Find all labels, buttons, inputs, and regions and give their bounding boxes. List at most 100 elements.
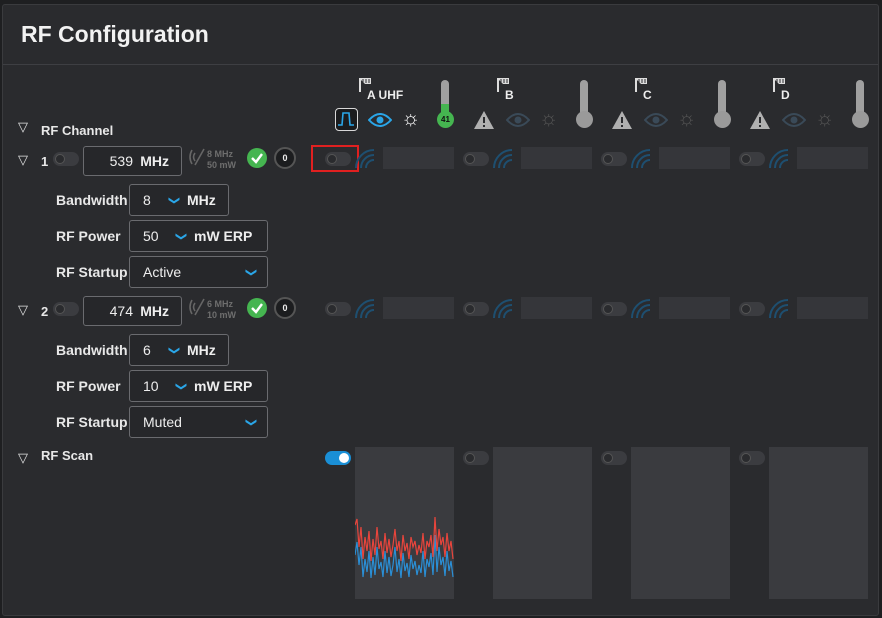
temperature-bulb bbox=[852, 111, 869, 128]
brightness-icon[interactable]: ☼ bbox=[677, 107, 696, 131]
bandwidth-value: 8 bbox=[143, 192, 151, 208]
brightness-icon[interactable]: ☼ bbox=[401, 107, 420, 131]
channel-1-collapse-icon[interactable]: ▽ bbox=[18, 152, 28, 168]
channel-2-power-select[interactable]: 10 ❯ mW ERP bbox=[129, 370, 268, 402]
startup-value: Active bbox=[143, 264, 182, 280]
channel-2-receiver-a-toggle[interactable] bbox=[325, 302, 351, 316]
warning-icon bbox=[612, 111, 632, 129]
channel-1-receiver-b-toggle[interactable] bbox=[463, 152, 489, 166]
channel-1-bandwidth-select[interactable]: 8 ❯ MHz bbox=[129, 184, 229, 216]
receiver-d-label: D bbox=[781, 88, 790, 102]
temperature-bulb bbox=[714, 111, 731, 128]
spectrum-icon bbox=[338, 112, 354, 126]
warning-icon bbox=[750, 111, 770, 129]
channel-1-power-info: 50 mW bbox=[207, 160, 237, 170]
wireless-icon bbox=[493, 149, 513, 169]
channel-2-receiver-d-toggle[interactable] bbox=[739, 302, 765, 316]
channel-2-receiver-d-strip bbox=[797, 297, 868, 319]
channel-2-count-badge: 0 bbox=[274, 297, 296, 319]
channel-1-receiver-a-toggle[interactable] bbox=[325, 152, 351, 166]
rf-scan-receiver-d-plot bbox=[769, 447, 868, 599]
chevron-down-icon: ❯ bbox=[168, 345, 181, 356]
rf-scan-receiver-b-toggle[interactable] bbox=[463, 451, 489, 465]
channel-2-receiver-b-toggle[interactable] bbox=[463, 302, 489, 316]
channel-1-bandwidth-info: 8 MHz bbox=[207, 149, 234, 159]
channel-1-frequency-input[interactable]: 539 MHz bbox=[83, 146, 182, 176]
eye-icon[interactable] bbox=[782, 111, 806, 129]
rf-scan-receiver-d-toggle[interactable] bbox=[739, 451, 765, 465]
rf-scan-receiver-b-plot bbox=[493, 447, 592, 599]
frequency-value: 474 bbox=[109, 303, 133, 319]
channel-2-collapse-icon[interactable]: ▽ bbox=[18, 302, 28, 318]
channel-2-startup-label: RF Startup bbox=[56, 414, 128, 430]
channel-1-startup-select[interactable]: Active ❯ bbox=[129, 256, 268, 288]
signal-slash-icon bbox=[189, 148, 205, 166]
wireless-icon bbox=[355, 299, 375, 319]
rf-scan-heading: RF Scan bbox=[41, 448, 94, 463]
channel-2-power-label: RF Power bbox=[56, 378, 121, 394]
wireless-icon bbox=[493, 299, 513, 319]
bandwidth-value: 6 bbox=[143, 342, 151, 358]
spectrum-view-button[interactable] bbox=[335, 108, 358, 131]
chevron-down-icon: ❯ bbox=[245, 417, 258, 428]
channel-2-receiver-a-strip bbox=[383, 297, 454, 319]
rf-scan-receiver-a-plot bbox=[355, 447, 454, 599]
channel-1-startup-label: RF Startup bbox=[56, 264, 128, 280]
channel-2-number: 2 bbox=[41, 304, 49, 319]
rf-channel-heading: RF Channel bbox=[41, 123, 114, 138]
bandwidth-unit: MHz bbox=[187, 342, 216, 358]
eye-icon[interactable] bbox=[368, 111, 392, 129]
eye-icon[interactable] bbox=[506, 111, 530, 129]
channel-2-frequency-input[interactable]: 474 MHz bbox=[83, 296, 182, 326]
wireless-icon bbox=[631, 149, 651, 169]
power-unit: mW ERP bbox=[194, 228, 253, 244]
channel-2-receiver-c-toggle[interactable] bbox=[601, 302, 627, 316]
temperature-badge: 41 bbox=[437, 111, 454, 128]
chevron-down-icon: ❯ bbox=[175, 231, 188, 242]
receiver-b-label: B bbox=[505, 88, 514, 102]
channel-1-toggle[interactable] bbox=[53, 152, 79, 166]
channel-1-receiver-d-strip bbox=[797, 147, 868, 169]
chevron-down-icon: ❯ bbox=[168, 195, 181, 206]
channel-2-startup-select[interactable]: Muted ❯ bbox=[129, 406, 268, 438]
channel-1-receiver-b-strip bbox=[521, 147, 592, 169]
channel-2-toggle[interactable] bbox=[53, 302, 79, 316]
channel-1-receiver-a-strip bbox=[383, 147, 454, 169]
temperature-bulb bbox=[576, 111, 593, 128]
frequency-unit: MHz bbox=[140, 153, 169, 169]
channel-1-count-badge: 0 bbox=[274, 147, 296, 169]
channel-1-receiver-c-toggle[interactable] bbox=[601, 152, 627, 166]
rf-scan-collapse-icon[interactable]: ▽ bbox=[18, 450, 28, 466]
channel-1-receiver-d-toggle[interactable] bbox=[739, 152, 765, 166]
wireless-icon bbox=[355, 149, 375, 169]
channel-1-power-select[interactable]: 50 ❯ mW ERP bbox=[129, 220, 268, 252]
warning-icon bbox=[474, 111, 494, 129]
channel-2-power-info: 10 mW bbox=[207, 310, 237, 320]
frequency-unit: MHz bbox=[140, 303, 169, 319]
rf-scan-receiver-c-toggle[interactable] bbox=[601, 451, 627, 465]
channel-2-receiver-b-strip bbox=[521, 297, 592, 319]
channel-1-number: 1 bbox=[41, 154, 49, 169]
brightness-icon[interactable]: ☼ bbox=[815, 107, 834, 131]
rf-channel-collapse-icon[interactable]: ▽ bbox=[18, 119, 28, 135]
receiver-c-label: C bbox=[643, 88, 652, 102]
channel-2-bandwidth-label: Bandwidth bbox=[56, 342, 128, 358]
page-title: RF Configuration bbox=[21, 21, 209, 47]
startup-value: Muted bbox=[143, 414, 182, 430]
channel-2-receiver-c-strip bbox=[659, 297, 730, 319]
rf-scan-receiver-a-toggle[interactable] bbox=[325, 451, 351, 465]
channel-1-receiver-c-strip bbox=[659, 147, 730, 169]
receiver-a-label: A UHF bbox=[367, 88, 404, 102]
rf-scan-spectrum bbox=[355, 516, 454, 579]
eye-icon[interactable] bbox=[644, 111, 668, 129]
rf-scan-receiver-c-plot bbox=[631, 447, 730, 599]
wireless-icon bbox=[631, 299, 651, 319]
check-icon bbox=[247, 148, 267, 168]
frequency-value: 539 bbox=[109, 153, 133, 169]
signal-slash-icon bbox=[189, 298, 205, 316]
channel-1-bandwidth-label: Bandwidth bbox=[56, 192, 128, 208]
wireless-icon bbox=[769, 299, 789, 319]
channel-2-bandwidth-select[interactable]: 6 ❯ MHz bbox=[129, 334, 229, 366]
brightness-icon[interactable]: ☼ bbox=[539, 107, 558, 131]
wireless-icon bbox=[769, 149, 789, 169]
